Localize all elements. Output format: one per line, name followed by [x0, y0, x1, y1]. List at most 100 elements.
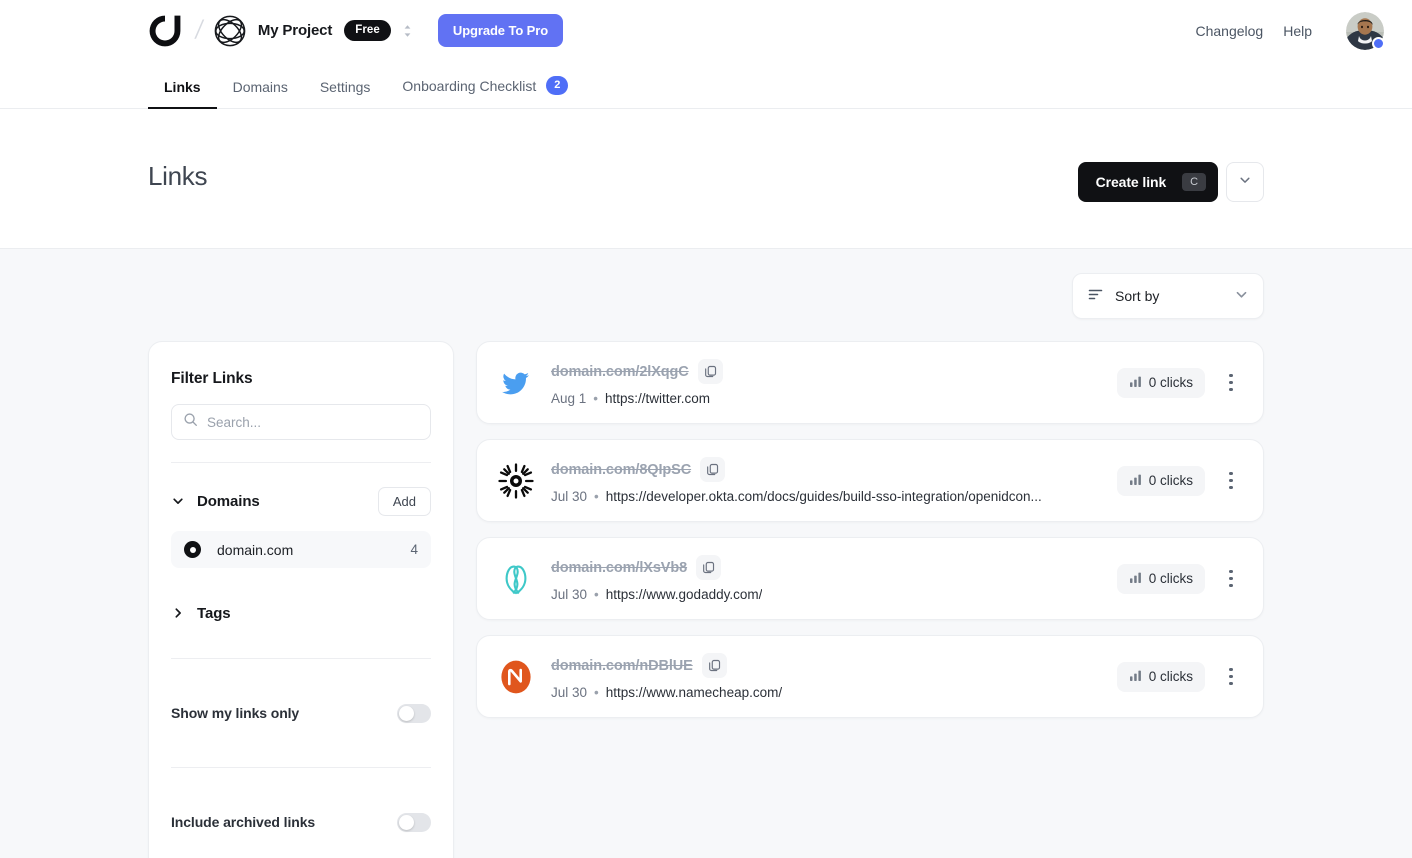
show-my-links-only-label: Show my links only	[171, 705, 300, 721]
short-link-url[interactable]: domain.com/2lXqgC	[551, 364, 689, 380]
project-avatar-icon[interactable]	[214, 15, 258, 47]
create-link-options-button[interactable]	[1226, 162, 1264, 202]
upgrade-to-pro-button[interactable]: Upgrade To Pro	[437, 14, 564, 47]
clicks-count-label: 0 clicks	[1148, 473, 1193, 488]
chevron-down-icon	[1234, 287, 1249, 305]
namecheap-icon	[497, 658, 535, 696]
domains-section-header[interactable]: Domains Add	[171, 485, 431, 517]
clicks-count-label: 0 clicks	[1148, 375, 1193, 390]
avatar[interactable]	[1346, 11, 1385, 50]
link-card[interactable]: domain.com/lXsVb8 Jul 30 • https://www.g…	[476, 537, 1264, 620]
project-name[interactable]: My Project	[258, 22, 333, 39]
chevron-right-icon[interactable]	[171, 606, 185, 620]
separator-dot: •	[593, 391, 599, 406]
link-date: Aug 1	[551, 391, 587, 406]
link-date: Jul 30	[551, 489, 588, 504]
link-card[interactable]: domain.com/nDBlUE Jul 30 • https://www.n…	[476, 635, 1264, 718]
show-my-links-only-toggle[interactable]	[397, 703, 431, 723]
kebab-menu-icon[interactable]	[1217, 466, 1245, 496]
create-link-button[interactable]: Create link C	[1077, 162, 1218, 202]
separator-dot: •	[594, 489, 599, 504]
page-title: Links	[148, 161, 208, 191]
separator-dot: •	[594, 685, 599, 700]
bar-chart-icon	[1129, 375, 1142, 391]
main-content: Sort by Filter Links Search... Domains A…	[0, 249, 1412, 858]
include-archived-links-toggle[interactable]	[397, 812, 431, 832]
plan-badge: Free	[344, 19, 391, 42]
search-icon	[183, 412, 198, 432]
changelog-link[interactable]: Changelog	[1185, 17, 1273, 45]
tab-links[interactable]: Links	[148, 79, 217, 109]
link-details: domain.com/lXsVb8 Jul 30 • https://www.g…	[551, 555, 1117, 602]
search-field-wrapper[interactable]	[171, 404, 431, 440]
sort-by-label: Sort by	[1115, 288, 1160, 304]
kebab-menu-icon[interactable]	[1217, 662, 1245, 692]
short-link-url[interactable]: domain.com/8QIpSC	[551, 462, 691, 478]
create-link-shortcut: C	[1182, 173, 1206, 191]
destination-url[interactable]: https://www.namecheap.com/	[606, 685, 782, 700]
short-link-url[interactable]: domain.com/lXsVb8	[551, 560, 687, 576]
copy-icon[interactable]	[701, 653, 727, 678]
tags-section-header[interactable]: Tags	[171, 590, 431, 636]
clicks-badge[interactable]: 0 clicks	[1116, 465, 1205, 496]
link-card[interactable]: domain.com/8QIpSC Jul 30 • https://devel…	[476, 439, 1264, 522]
tab-domains[interactable]: Domains	[217, 79, 304, 109]
clicks-count-label: 0 clicks	[1148, 571, 1193, 586]
bar-chart-icon	[1129, 669, 1142, 685]
help-link[interactable]: Help	[1273, 17, 1322, 45]
tab-label: Onboarding Checklist	[402, 77, 537, 94]
kebab-menu-icon[interactable]	[1217, 564, 1245, 594]
chevron-down-icon[interactable]	[171, 494, 185, 508]
primary-tabs: Links Domains Settings Onboarding Checkl…	[0, 61, 1412, 109]
godaddy-icon	[497, 560, 535, 598]
copy-icon[interactable]	[697, 359, 723, 384]
copy-icon[interactable]	[700, 457, 726, 482]
page-header: Links Create link C	[0, 109, 1412, 249]
tab-onboarding-checklist[interactable]: Onboarding Checklist 2	[386, 76, 584, 109]
clicks-badge[interactable]: 0 clicks	[1116, 367, 1205, 398]
top-bar-right-actions: Changelog Help	[1185, 0, 1385, 61]
divider	[171, 462, 431, 463]
chevron-down-icon	[1238, 173, 1252, 192]
link-details: domain.com/nDBlUE Jul 30 • https://www.n…	[551, 653, 1117, 700]
tab-label: Domains	[232, 79, 288, 95]
clicks-badge[interactable]: 0 clicks	[1116, 563, 1205, 594]
link-details: domain.com/8QIpSC Jul 30 • https://devel…	[551, 457, 1117, 504]
domains-section-label: Domains	[197, 492, 260, 510]
dub-logo-icon[interactable]	[148, 14, 182, 48]
kebab-menu-icon[interactable]	[1217, 368, 1245, 398]
domain-link-count: 4	[410, 542, 418, 557]
radio-selected-icon[interactable]	[184, 541, 201, 558]
short-link-url[interactable]: domain.com/nDBlUE	[551, 658, 693, 674]
destination-url[interactable]: https://twitter.com	[605, 391, 710, 406]
destination-url[interactable]: https://developer.okta.com/docs/guides/b…	[606, 489, 1042, 504]
divider	[171, 658, 431, 659]
filter-panel-title: Filter Links	[171, 370, 253, 387]
bar-chart-icon	[1129, 473, 1142, 489]
clicks-badge[interactable]: 0 clicks	[1116, 661, 1205, 692]
destination-url[interactable]: https://www.godaddy.com/	[606, 587, 763, 602]
chevron-up-down-icon[interactable]	[391, 20, 414, 42]
page-header-actions: Create link C	[1077, 162, 1264, 202]
domain-name: domain.com	[217, 541, 294, 558]
add-domain-button[interactable]: Add	[377, 486, 431, 516]
search-input[interactable]	[207, 414, 419, 430]
presence-indicator	[1372, 36, 1385, 50]
link-card[interactable]: domain.com/2lXqgC Aug 1 • https://twitte…	[476, 341, 1264, 424]
tab-label: Links	[164, 79, 201, 95]
top-navigation-bar: / My Project Free Upgrade To Pro Changel…	[0, 0, 1412, 109]
copy-icon[interactable]	[696, 555, 722, 580]
link-date: Jul 30	[551, 587, 588, 602]
sort-by-dropdown[interactable]: Sort by	[1072, 273, 1264, 319]
domain-filter-item[interactable]: domain.com 4	[171, 531, 431, 568]
okta-icon	[497, 462, 535, 500]
link-date: Jul 30	[551, 685, 588, 700]
include-archived-links-row: Include archived links	[171, 790, 431, 854]
clicks-count-label: 0 clicks	[1148, 669, 1193, 684]
breadcrumb-separator: /	[193, 15, 206, 45]
tab-settings[interactable]: Settings	[304, 79, 387, 109]
twitter-icon	[497, 364, 535, 402]
links-list: domain.com/2lXqgC Aug 1 • https://twitte…	[476, 341, 1264, 718]
divider	[171, 767, 431, 768]
separator-dot: •	[594, 587, 599, 602]
